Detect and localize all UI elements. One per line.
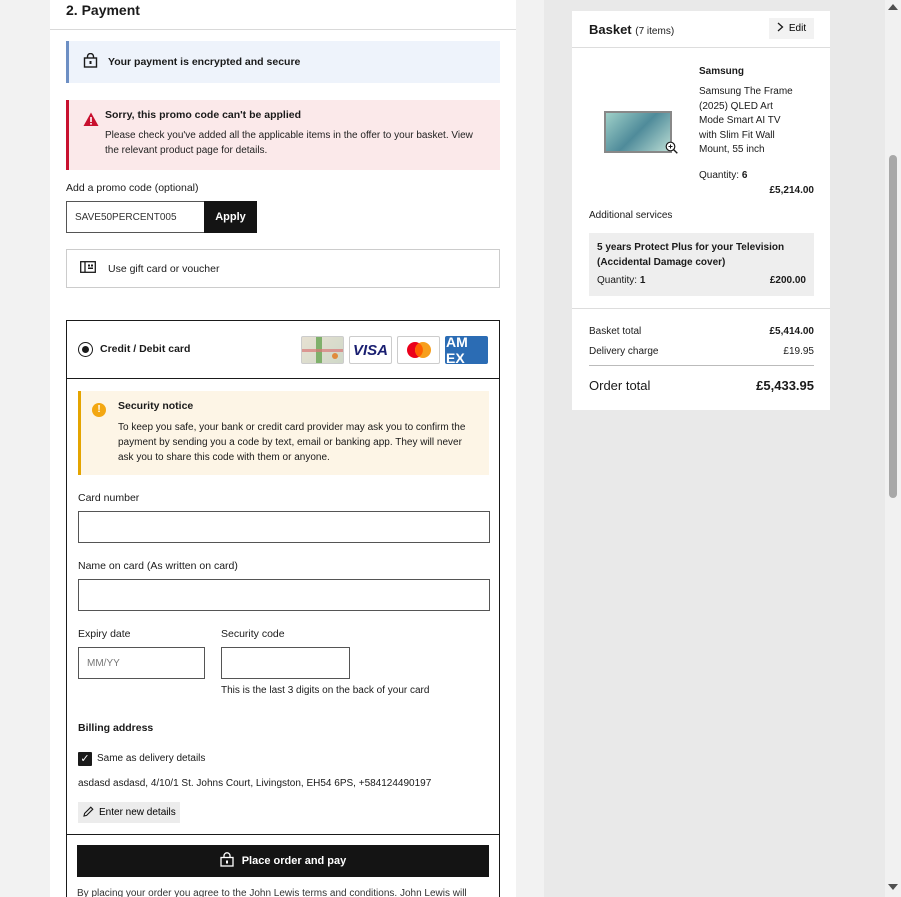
gift-card-icon: [80, 261, 96, 276]
basket-item-count: (7 items): [635, 26, 675, 37]
divider: [50, 29, 516, 30]
order-total-value: £5,433.95: [756, 378, 814, 393]
edit-label: Edit: [788, 23, 807, 34]
same-as-delivery-checkbox[interactable]: ✓: [78, 752, 92, 766]
order-total-label: Order total: [589, 378, 651, 393]
security-code-hint: This is the last 3 digits on the back of…: [221, 685, 430, 696]
service-quantity-label: Quantity:: [597, 275, 638, 286]
card-number-label: Card number: [78, 492, 140, 504]
promo-error-banner: Sorry, this promo code can't be applied …: [66, 100, 500, 170]
security-notice-message: To keep you safe, your bank or credit ca…: [118, 422, 466, 463]
card-logos: VISA AM EX: [301, 336, 488, 364]
lock-icon: [220, 852, 234, 870]
product-price: £5,214.00: [769, 185, 815, 196]
divider: [572, 308, 830, 309]
enter-new-details-label: Enter new details: [99, 807, 176, 818]
divider: [67, 834, 499, 835]
additional-services-label: Additional services: [589, 210, 673, 221]
product-image[interactable]: [604, 111, 672, 153]
delivery-charge-label: Delivery charge: [589, 346, 659, 357]
same-as-delivery-label: Same as delivery details: [97, 753, 206, 764]
place-order-button[interactable]: Place order and pay: [77, 845, 489, 877]
basket-total-value: £5,414.00: [769, 326, 815, 337]
section-title: 2. Payment: [66, 2, 140, 18]
place-order-label: Place order and pay: [241, 855, 347, 867]
enter-new-details-button[interactable]: Enter new details: [78, 802, 180, 823]
zoom-in-icon[interactable]: [665, 141, 678, 157]
error-message: Please check you've added all the applic…: [105, 130, 473, 156]
delivery-charge-value: £19.95: [783, 346, 814, 357]
card-number-input[interactable]: [78, 511, 490, 543]
card-payment-section: Credit / Debit card VISA AM EX ! Securit…: [66, 320, 500, 897]
security-code-input[interactable]: [221, 647, 350, 679]
visa-logo-icon: VISA: [349, 336, 392, 364]
service-name: 5 years Protect Plus for your Television…: [597, 242, 785, 268]
gift-card-label: Use gift card or voucher: [108, 262, 220, 275]
amex-logo-icon: AM EX: [445, 336, 488, 364]
basket-total-label: Basket total: [589, 326, 642, 337]
card-radio-button[interactable]: [78, 342, 93, 357]
basket-header: Basket (7 items) Edit: [572, 11, 830, 48]
promo-code-input[interactable]: [66, 201, 205, 233]
apply-promo-button[interactable]: Apply: [204, 201, 257, 233]
error-title: Sorry, this promo code can't be applied: [105, 109, 302, 121]
service-price: £200.00: [769, 275, 806, 286]
pencil-icon: [83, 805, 94, 820]
basket-summary: Basket (7 items) Edit Samsung Samsung Th…: [572, 11, 830, 410]
gift-card-logo-icon: [301, 336, 344, 364]
expiry-date-input[interactable]: [78, 647, 205, 679]
billing-address-title: Billing address: [78, 722, 154, 734]
service-quantity: Quantity: 1: [597, 275, 645, 286]
scrollbar-thumb[interactable]: [889, 155, 897, 498]
name-on-card-label: Name on card (As written on card): [78, 560, 238, 572]
lock-icon: [83, 52, 98, 71]
quantity-value: 6: [741, 170, 748, 181]
product-quantity: Quantity: 6: [699, 170, 747, 181]
card-option-header[interactable]: Credit / Debit card VISA AM EX: [67, 321, 499, 379]
name-on-card-input[interactable]: [78, 579, 490, 611]
quantity-label: Quantity:: [699, 170, 740, 181]
expiry-date-label: Expiry date: [78, 628, 131, 640]
billing-address-text: asdasd asdasd, 4/10/1 St. Johns Court, L…: [78, 778, 432, 789]
warning-icon: [83, 112, 99, 130]
secure-payment-banner: Your payment is encrypted and secure: [66, 41, 500, 83]
chevron-right-icon: [777, 22, 784, 35]
product-brand: Samsung: [699, 66, 745, 77]
security-notice: ! Security notice To keep you safe, your…: [78, 391, 489, 475]
scroll-up-icon[interactable]: [888, 4, 898, 10]
terms-text: By placing your order you agree to the J…: [77, 888, 467, 897]
scroll-down-icon[interactable]: [888, 884, 898, 890]
mastercard-logo-icon: [397, 336, 440, 364]
basket-title-text: Basket: [589, 22, 632, 37]
divider: [589, 365, 814, 366]
edit-basket-button[interactable]: Edit: [769, 18, 814, 39]
service-quantity-value: 1: [639, 275, 646, 286]
security-code-label: Security code: [221, 628, 285, 640]
page-scrollbar[interactable]: [885, 0, 901, 897]
basket-title: Basket (7 items): [589, 22, 674, 37]
card-type-label: Credit / Debit card: [100, 343, 191, 355]
promo-code-label: Add a promo code (optional): [66, 182, 199, 194]
security-notice-title: Security notice: [118, 400, 194, 412]
secure-notice-text: Your payment is encrypted and secure: [108, 56, 301, 68]
gift-card-option[interactable]: Use gift card or voucher: [66, 249, 500, 288]
product-name: Samsung The Frame (2025) QLED Art Mode S…: [699, 86, 793, 156]
service-item: 5 years Protect Plus for your Television…: [589, 233, 814, 296]
info-warning-icon: !: [92, 403, 106, 417]
